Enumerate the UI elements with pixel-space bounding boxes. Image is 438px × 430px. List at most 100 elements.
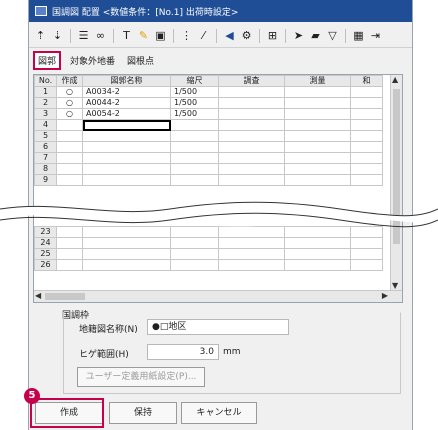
table-row[interactable]: 1 ○ A0034-2 1/500 (34, 86, 383, 98)
name-cell[interactable] (82, 163, 171, 175)
measure-cell[interactable] (284, 108, 351, 120)
table-row[interactable]: 5 (34, 130, 383, 142)
color-icon[interactable]: ✎ (136, 28, 151, 43)
scale-cell[interactable] (170, 130, 219, 142)
table-row[interactable]: 3 ○ A0054-2 1/500 (34, 108, 383, 120)
col-header-no[interactable]: No. (34, 75, 57, 87)
scale-cell[interactable]: 1/500 (170, 108, 219, 120)
frame-grid[interactable]: No. 作成 図郭名称 縮尺 調査 測量 和 1 ○ A0034-2 1/500 2 ○ A… (33, 74, 403, 303)
col-header-name[interactable]: 図郭名称 (82, 75, 171, 87)
row-number[interactable]: 8 (34, 163, 57, 175)
sort-asc-icon[interactable]: ⇡ (33, 28, 48, 43)
measure-cell[interactable] (284, 259, 351, 271)
extra-cell[interactable] (350, 226, 383, 238)
make-cell[interactable]: ○ (56, 97, 83, 109)
extra-cell[interactable] (350, 248, 383, 260)
name-cell[interactable] (82, 119, 171, 131)
make-cell[interactable] (56, 130, 83, 142)
line-tool-icon[interactable]: ⁄ (196, 28, 211, 43)
scale-cell[interactable]: 1/500 (170, 97, 219, 109)
scroll-down-icon[interactable]: ▼ (392, 281, 398, 290)
extra-cell[interactable] (350, 130, 383, 142)
row-number[interactable]: 4 (34, 119, 57, 131)
col-header-extra[interactable]: 和 (350, 75, 383, 87)
tab-control-points[interactable]: 図根点 (124, 53, 157, 68)
row-number[interactable]: 9 (34, 174, 57, 186)
horizontal-scroll-thumb[interactable] (45, 293, 85, 300)
row-number[interactable]: 2 (34, 97, 57, 109)
survey-cell[interactable] (218, 237, 285, 249)
extra-cell[interactable] (350, 174, 383, 186)
speaker-icon[interactable]: ◀ (222, 28, 237, 43)
extra-cell[interactable] (350, 237, 383, 249)
text-edit-icon[interactable]: T (119, 28, 134, 43)
binoculars-icon[interactable]: ∞ (93, 28, 108, 43)
extra-cell[interactable] (350, 108, 383, 120)
measure-cell[interactable] (284, 130, 351, 142)
gear-icon[interactable]: ⚙ (239, 28, 254, 43)
map-name-field[interactable]: ●□地区 (147, 319, 289, 335)
horizontal-scrollbar[interactable]: ◀ ▶ (34, 290, 402, 302)
sort-desc-icon[interactable]: ⇣ (50, 28, 65, 43)
measure-cell[interactable] (284, 248, 351, 260)
name-cell[interactable] (82, 174, 171, 186)
table-row[interactable]: 24 (34, 237, 383, 249)
tab-frame[interactable]: 図郭 (33, 50, 62, 70)
survey-cell[interactable] (218, 97, 285, 109)
cancel-button[interactable]: キャンセル (181, 402, 257, 424)
col-header-scale[interactable]: 縮尺 (170, 75, 219, 87)
survey-cell[interactable] (218, 119, 285, 131)
extra-cell[interactable] (350, 259, 383, 271)
make-cell[interactable] (56, 163, 83, 175)
survey-cell[interactable] (218, 130, 285, 142)
make-cell[interactable] (56, 226, 83, 238)
row-number[interactable]: 23 (34, 226, 57, 238)
make-cell[interactable]: ○ (56, 86, 83, 98)
survey-cell[interactable] (218, 248, 285, 260)
name-cell[interactable] (82, 152, 171, 164)
measure-cell[interactable] (284, 152, 351, 164)
name-cell[interactable] (82, 141, 171, 153)
make-cell[interactable] (56, 174, 83, 186)
name-cell[interactable] (82, 237, 171, 249)
survey-cell[interactable] (218, 141, 285, 153)
table-row[interactable]: 9 (34, 174, 383, 186)
scale-cell[interactable] (170, 237, 219, 249)
make-cell[interactable] (56, 237, 83, 249)
scale-cell[interactable] (170, 174, 219, 186)
vertical-scrollbar[interactable]: ▲ ▼ (390, 75, 402, 290)
filter-icon[interactable]: ▽ (325, 28, 340, 43)
fill-icon[interactable]: ▰ (308, 28, 323, 43)
name-cell[interactable]: A0044-2 (82, 97, 171, 109)
measure-cell[interactable] (284, 86, 351, 98)
scale-cell[interactable] (170, 119, 219, 131)
vertical-scroll-thumb[interactable] (393, 89, 400, 244)
make-cell[interactable] (56, 248, 83, 260)
measure-cell[interactable] (284, 174, 351, 186)
scroll-right-icon[interactable]: ▶ (382, 291, 388, 300)
scale-cell[interactable] (170, 259, 219, 271)
row-number[interactable]: 7 (34, 152, 57, 164)
scale-cell[interactable] (170, 141, 219, 153)
survey-cell[interactable] (218, 226, 285, 238)
survey-cell[interactable] (218, 259, 285, 271)
name-cell[interactable] (82, 226, 171, 238)
row-number[interactable]: 24 (34, 237, 57, 249)
table-row[interactable]: 26 (34, 259, 383, 271)
row-number[interactable]: 25 (34, 248, 57, 260)
scale-cell[interactable] (170, 248, 219, 260)
extra-cell[interactable] (350, 86, 383, 98)
measure-cell[interactable] (284, 141, 351, 153)
name-cell[interactable] (82, 248, 171, 260)
name-cell[interactable] (82, 259, 171, 271)
extra-cell[interactable] (350, 163, 383, 175)
measure-cell[interactable] (284, 237, 351, 249)
row-number[interactable]: 3 (34, 108, 57, 120)
make-cell[interactable] (56, 119, 83, 131)
make-cell[interactable] (56, 259, 83, 271)
table-row[interactable]: 25 (34, 248, 383, 260)
name-cell[interactable] (82, 130, 171, 142)
tab-excluded-lots[interactable]: 対象外地番 (67, 53, 118, 68)
scale-cell[interactable] (170, 163, 219, 175)
make-cell[interactable]: ○ (56, 108, 83, 120)
